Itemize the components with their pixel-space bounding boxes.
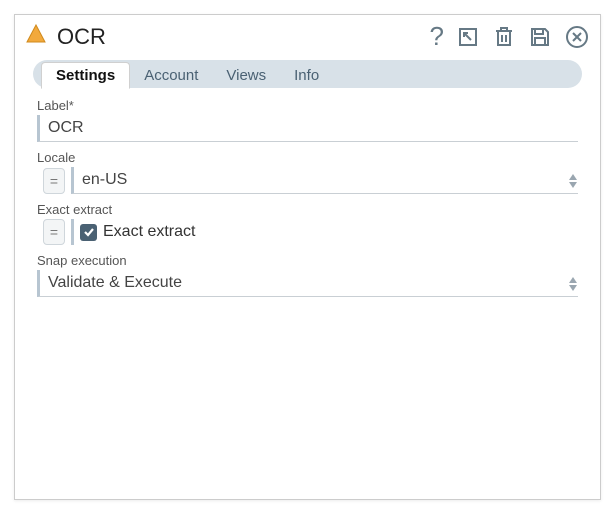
export-icon[interactable] — [456, 25, 480, 49]
delete-icon[interactable] — [492, 25, 516, 49]
dialog-header: OCR ? — [15, 15, 600, 54]
dialog-panel: OCR ? — [14, 14, 601, 500]
exact-field-block: Exact extract = Exact extract — [37, 202, 578, 245]
label-field-block: Label* — [37, 98, 578, 142]
exact-checkbox-label: Exact extract — [103, 223, 195, 241]
locale-field-block: Locale = — [37, 150, 578, 194]
tab-account[interactable]: Account — [130, 63, 212, 88]
tab-bar: Settings Account Views Info — [33, 60, 582, 88]
form-area: Label* Locale = Exact extract = — [15, 98, 600, 297]
header-actions: ? — [430, 21, 590, 52]
snap-exec-stepper[interactable] — [568, 276, 578, 292]
snap-exec-field-block: Snap execution — [37, 253, 578, 297]
tab-settings[interactable]: Settings — [41, 62, 130, 89]
dialog-title: OCR — [57, 24, 106, 50]
tab-info[interactable]: Info — [280, 63, 333, 88]
close-icon[interactable] — [564, 24, 590, 50]
tab-views[interactable]: Views — [212, 63, 280, 88]
label-input[interactable] — [37, 115, 578, 142]
snap-exec-label: Snap execution — [37, 253, 578, 268]
locale-field-label: Locale — [37, 150, 578, 165]
snap-exec-select[interactable] — [37, 270, 578, 297]
locale-expression-toggle[interactable]: = — [43, 168, 65, 194]
locale-stepper[interactable] — [568, 173, 578, 189]
exact-expression-toggle[interactable]: = — [43, 219, 65, 245]
exact-field-label: Exact extract — [37, 202, 578, 217]
exact-checkbox[interactable] — [80, 224, 97, 241]
snap-triangle-icon — [25, 23, 47, 50]
locale-input[interactable] — [71, 167, 578, 194]
save-icon[interactable] — [528, 25, 552, 49]
help-icon[interactable]: ? — [430, 21, 444, 52]
title-wrap: OCR — [25, 23, 430, 50]
label-field-label: Label* — [37, 98, 578, 113]
